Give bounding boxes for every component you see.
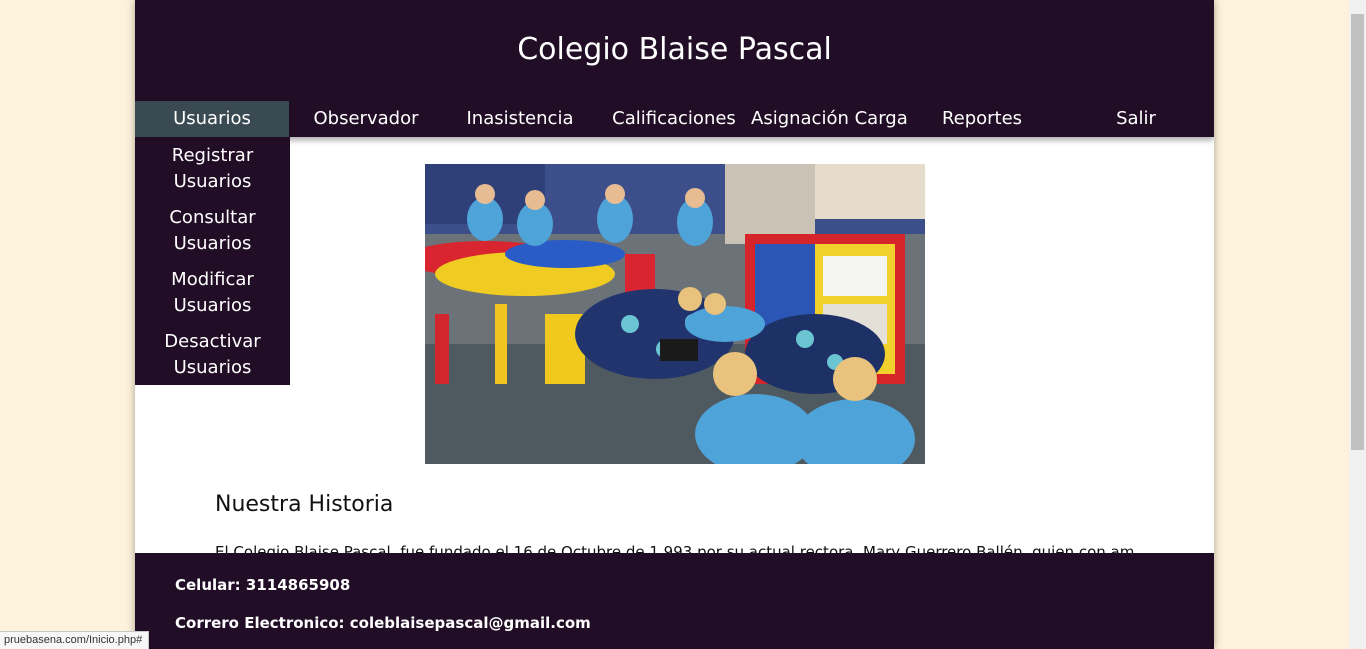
nav-item-usuarios[interactable]: Usuarios (135, 101, 289, 137)
site-header: Colegio Blaise Pascal Usuarios Observado… (135, 0, 1214, 137)
classroom-photo-illustration (425, 164, 925, 464)
section-title-historia: Nuestra Historia (215, 492, 394, 517)
dropdown-item-label: Usuarios (173, 295, 252, 316)
page-container: Colegio Blaise Pascal Usuarios Observado… (135, 0, 1214, 649)
dropdown-item-label: Modificar (171, 269, 254, 290)
nav-item-observador[interactable]: Observador (289, 101, 443, 137)
dropdown-item-registrar-usuarios[interactable]: Registrar Usuarios (135, 137, 290, 199)
site-title: Colegio Blaise Pascal (517, 32, 832, 67)
main-nav: Usuarios Observador Inasistencia Calific… (135, 101, 1214, 137)
footer-phone: Celular: 3114865908 (175, 576, 351, 594)
nav-item-inasistencia[interactable]: Inasistencia (443, 101, 597, 137)
nav-item-reportes[interactable]: Reportes (905, 101, 1059, 137)
dropdown-item-label: Usuarios (173, 233, 252, 254)
site-footer: Celular: 3114865908 Correro Electronico:… (135, 553, 1214, 649)
dropdown-item-label: Registrar (171, 145, 254, 166)
status-bar-url: pruebasena.com/Inicio.php# (0, 631, 150, 649)
dropdown-item-label: Consultar (169, 207, 256, 228)
dropdown-item-label: Desactivar (164, 331, 261, 352)
dropdown-item-label: Usuarios (173, 171, 252, 192)
footer-email: Correro Electronico: coleblaisepascal@gm… (175, 614, 591, 632)
nav-item-asignacion-carga[interactable]: Asignación Carga (751, 101, 908, 137)
classroom-photo (425, 164, 925, 464)
vertical-scrollbar[interactable] (1349, 0, 1366, 649)
dropdown-item-consultar-usuarios[interactable]: Consultar Usuarios (135, 199, 290, 261)
scrollbar-thumb[interactable] (1351, 14, 1364, 450)
usuarios-dropdown-menu: Registrar Usuarios Consultar Usuarios Mo… (135, 137, 290, 385)
dropdown-item-label: Usuarios (173, 357, 252, 378)
dropdown-item-modificar-usuarios[interactable]: Modificar Usuarios (135, 261, 290, 323)
dropdown-item-desactivar-usuarios[interactable]: Desactivar Usuarios (135, 323, 290, 385)
nav-item-calificaciones[interactable]: Calificaciones (597, 101, 751, 137)
nav-item-salir[interactable]: Salir (1059, 101, 1213, 137)
